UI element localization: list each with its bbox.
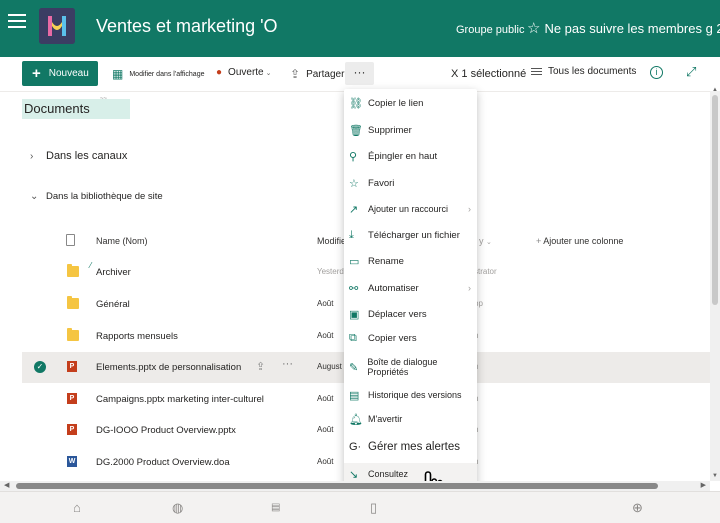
- list-view-icon: [531, 66, 542, 77]
- command-bar: + Nouveau ▦ Modifier dans l'affichage ● O…: [0, 57, 720, 91]
- pencil-icon: ✎: [349, 361, 359, 374]
- chevron-right-icon: ›: [468, 283, 471, 293]
- context-menu: ⛓ Copier le lien 🗑 Supprimer ⚲ Épingler en …: [344, 89, 477, 487]
- vertical-scrollbar[interactable]: ▲ ▼: [710, 87, 720, 481]
- sync-mark-icon: ⁄: [90, 261, 92, 270]
- chevron-right-icon: ›: [30, 150, 34, 162]
- powerpoint-icon: P: [67, 424, 77, 435]
- scroll-up-icon[interactable]: ▲: [712, 87, 718, 93]
- file-type-column-icon[interactable]: [66, 234, 75, 246]
- menu-item-add-shortcut[interactable]: ↗ Ajouter un raccourci ›: [344, 198, 477, 220]
- scroll-left-icon[interactable]: ◀: [4, 481, 9, 489]
- menu-item-copy-link[interactable]: ⛓ Copier le lien: [344, 92, 477, 114]
- menu-item-rename[interactable]: ▭ Rename: [344, 250, 477, 272]
- column-name[interactable]: Name (Nom): [96, 236, 148, 246]
- horizontal-scrollbar[interactable]: ◀ ▶: [0, 481, 710, 491]
- powerpoint-icon: P: [67, 361, 77, 372]
- vertical-scrollbar-thumb[interactable]: [712, 95, 718, 305]
- folder-icon: [67, 328, 79, 341]
- expand-icon[interactable]: ⤢: [686, 64, 696, 80]
- download-icon: ⤓: [349, 228, 354, 241]
- grid-edit-button[interactable]: ▦ Modifier dans l'affichage: [112, 67, 204, 81]
- add-icon[interactable]: ⊕: [632, 500, 643, 516]
- menu-item-download[interactable]: ⤓ Télécharger un fichier: [344, 224, 477, 246]
- menu-item-favorite[interactable]: ☆ Favori: [344, 172, 477, 194]
- menu-item-move-to[interactable]: ▣ Déplacer vers: [344, 303, 477, 325]
- section-site-library[interactable]: ⌄ Dans la bibliothèque de site: [30, 191, 163, 202]
- folder-icon: [67, 264, 79, 277]
- home-icon[interactable]: ⌂: [73, 500, 81, 515]
- checkmark-icon[interactable]: ✓: [34, 361, 46, 373]
- group-type-label: Groupe public: [456, 24, 525, 36]
- view-switcher[interactable]: Tous les documents: [531, 66, 636, 77]
- link-icon: ⛓: [349, 97, 363, 110]
- news-icon[interactable]: ▤: [271, 502, 280, 513]
- section-channels[interactable]: › Dans les canaux: [30, 150, 127, 162]
- tilde-mark: ~~: [100, 96, 108, 102]
- pin-icon: ⚲: [349, 150, 358, 163]
- shortcut-icon: ↗: [349, 203, 359, 216]
- selection-count[interactable]: X 1 sélectionné: [451, 68, 526, 80]
- grid-icon: ▦: [112, 67, 124, 81]
- manage-alerts-icon: G·: [349, 441, 362, 453]
- info-icon[interactable]: i: [650, 66, 663, 79]
- site-title[interactable]: Ventes et marketing 'O: [96, 16, 278, 37]
- bell-icon: 🔔︎: [349, 413, 363, 426]
- app-launcher-icon[interactable]: [8, 14, 26, 28]
- share-icon[interactable]: ⇪: [256, 360, 265, 373]
- globe-icon[interactable]: ◍: [172, 500, 183, 516]
- share-icon: ⇪: [290, 67, 301, 81]
- star-icon: ☆: [527, 20, 541, 37]
- chevron-down-icon: ⌄: [30, 191, 39, 202]
- library-title[interactable]: Documents: [22, 99, 130, 119]
- add-column-button[interactable]: + Ajouter une colonne: [536, 236, 623, 246]
- trash-icon: 🗑: [349, 124, 363, 137]
- scroll-right-icon[interactable]: ▶: [701, 481, 706, 489]
- more-options-icon[interactable]: ···: [282, 358, 293, 370]
- folder-icon: [67, 296, 79, 309]
- arrow-down-right-icon: ↘: [349, 468, 359, 481]
- menu-item-version-history[interactable]: ▤ Historique des versions: [344, 384, 477, 406]
- column-modified-by[interactable]: y ⌄: [479, 236, 492, 246]
- move-icon: ▣: [349, 308, 360, 321]
- follow-button[interactable]: ☆ Ne pas suivre les membres g 20: [527, 19, 720, 37]
- menu-item-delete[interactable]: 🗑 Supprimer: [344, 119, 477, 141]
- site-header: Ventes et marketing 'O Groupe public ☆ Ne…: [0, 0, 720, 57]
- automate-icon: ⚯: [349, 282, 359, 295]
- powerpoint-icon: P: [67, 393, 77, 404]
- menu-item-alert-me[interactable]: 🔔︎ M'avertir: [344, 408, 477, 430]
- copy-icon: ⧉: [349, 331, 357, 344]
- office-icon: ●: [216, 67, 223, 78]
- file-icon[interactable]: ▯: [370, 500, 377, 516]
- menu-item-pin[interactable]: ⚲ Épingler en haut: [344, 145, 477, 167]
- more-actions-button[interactable]: ···: [345, 62, 374, 85]
- star-icon: ☆: [349, 177, 359, 190]
- new-button[interactable]: + Nouveau: [22, 61, 98, 86]
- word-icon: W: [67, 456, 77, 467]
- share-button[interactable]: ⇪ Partager: [290, 67, 344, 81]
- bottom-navigation: ⌂ ◍ ▤ ▯ ⊕: [0, 491, 720, 523]
- plus-icon: +: [32, 65, 41, 82]
- site-logo[interactable]: [39, 8, 75, 44]
- follow-label: Ne pas suivre les membres g 20: [544, 21, 720, 36]
- chevron-right-icon: ›: [468, 204, 471, 214]
- history-icon: ▤: [349, 389, 360, 402]
- menu-item-properties[interactable]: ✎ Boîte de dialogue Propriétés: [344, 356, 477, 378]
- menu-item-automate[interactable]: ⚯ Automatiser ›: [344, 277, 477, 299]
- scroll-down-icon[interactable]: ▼: [712, 473, 718, 479]
- rename-icon: ▭: [349, 255, 360, 268]
- horizontal-scrollbar-thumb[interactable]: [16, 483, 658, 489]
- chevron-down-icon: ⌄: [265, 69, 272, 77]
- open-button[interactable]: ● Ouverte ⌄: [216, 67, 272, 78]
- menu-item-copy-to[interactable]: ⧉ Copier vers: [344, 327, 477, 349]
- menu-item-manage-alerts[interactable]: G· Gérer mes alertes: [344, 436, 477, 458]
